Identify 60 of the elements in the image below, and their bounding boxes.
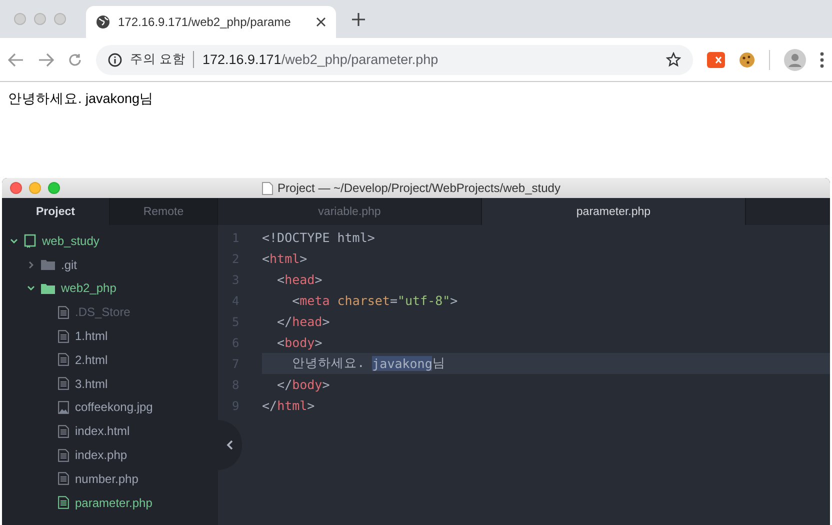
tree-item[interactable]: web_study	[42, 234, 100, 248]
file-icon	[58, 448, 69, 462]
globe-icon	[96, 15, 110, 29]
avatar-icon[interactable]	[784, 48, 806, 70]
file-tab[interactable]: parameter.php	[482, 198, 746, 225]
folder-icon	[41, 282, 55, 294]
menu-icon[interactable]	[820, 52, 824, 68]
tree-item[interactable]: index.php	[75, 448, 128, 462]
file-icon	[58, 496, 69, 510]
tree-item[interactable]: coffeekong.jpg	[75, 400, 153, 414]
chevron-left-icon[interactable]	[226, 440, 234, 450]
zoom-window-button[interactable]	[48, 182, 60, 194]
tree-item[interactable]: index.html	[75, 424, 130, 438]
star-icon[interactable]	[666, 52, 681, 67]
file-icon	[58, 306, 69, 319]
code-line: </head>	[276, 313, 331, 331]
tree-item[interactable]: 1.html	[75, 329, 108, 344]
forward-icon[interactable]	[38, 52, 54, 66]
close-window-button[interactable]	[10, 182, 22, 194]
extension-icon[interactable]	[707, 52, 725, 68]
file-icon	[58, 472, 69, 486]
collapse-handle[interactable]	[218, 420, 242, 470]
chevron-down-icon[interactable]	[10, 236, 18, 245]
info-icon[interactable]	[108, 52, 122, 66]
code-line: <head>	[276, 271, 324, 289]
code-line: <meta charset="utf-8">	[291, 292, 459, 310]
minimize-window-button[interactable]	[29, 182, 41, 194]
chevron-down-icon[interactable]	[27, 284, 35, 292]
file-icon	[58, 330, 69, 343]
code-line: </html>	[262, 397, 316, 415]
new-tab-icon[interactable]	[352, 12, 365, 26]
security-label: 주의 요함	[130, 51, 194, 68]
book-icon	[24, 234, 36, 248]
file-icon	[58, 353, 69, 366]
document-icon	[262, 182, 273, 194]
cookie-icon[interactable]	[739, 52, 755, 68]
close-icon[interactable]	[316, 17, 326, 27]
folder-icon	[41, 259, 55, 270]
tree-item[interactable]: .git	[61, 258, 78, 272]
tree-item[interactable]: 2.html	[75, 352, 108, 367]
tree-item[interactable]: number.php	[75, 472, 138, 486]
window-title: Project — ~/Develop/Project/WebProjects/web_study	[278, 181, 560, 195]
file-icon	[58, 424, 69, 438]
code-line: </body>	[276, 376, 331, 394]
reload-icon[interactable]	[68, 52, 82, 66]
panel-tab[interactable]: Remote	[110, 198, 218, 225]
tree-item[interactable]: 3.html	[75, 376, 108, 391]
tree-item[interactable]: web2_php	[61, 281, 116, 296]
code-line: <!DOCTYPE html>	[262, 229, 376, 247]
chevron-right-icon[interactable]	[27, 260, 35, 269]
code-line: <html>	[262, 250, 308, 268]
tree-item[interactable]: parameter.php	[75, 496, 152, 510]
back-icon[interactable]	[8, 52, 24, 66]
greeting-text: 안녕하세요. javakong님	[8, 91, 154, 106]
url-text: 172.16.9.171/web2_php/parameter.php	[202, 52, 440, 67]
file-icon	[58, 377, 69, 390]
browser-tab[interactable]: 172.16.9.171/web2_php/parame	[86, 6, 336, 38]
code-line: <body>	[276, 334, 324, 352]
image-file-icon	[58, 400, 69, 414]
address-bar[interactable]: 주의 요함 172.16.9.171/web2_php/parameter.php	[96, 44, 693, 74]
